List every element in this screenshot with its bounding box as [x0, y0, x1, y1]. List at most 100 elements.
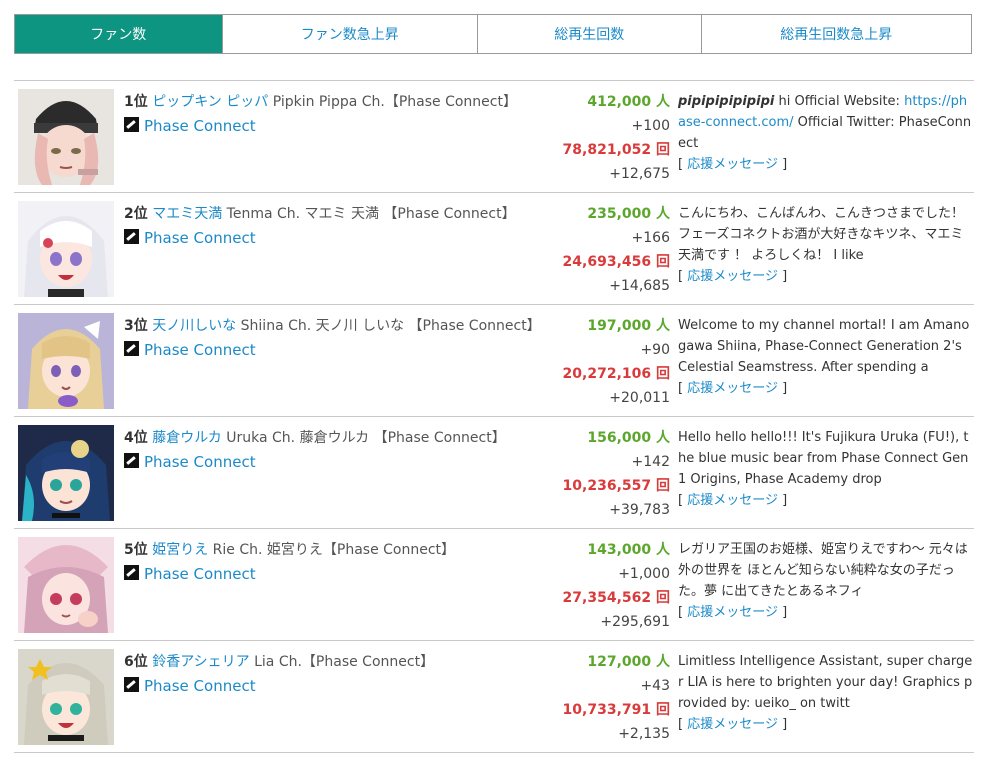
description-text: Hello hello hello!!! It's Fujikura Uruka…: [678, 430, 969, 487]
ranking-tabs: ファン数 ファン数急上昇 総再生回数 総再生回数急上昇: [14, 14, 972, 54]
avatar[interactable]: [18, 425, 114, 521]
stats: 412,000 人 +100 78,821,052 回 +12,675: [540, 90, 670, 186]
avatar[interactable]: [18, 537, 114, 633]
ranking-row: 6位 鈴香アシェリア Lia Ch.【Phase Connect】 Phase …: [14, 641, 974, 753]
vtuber-info: 2位 マエミ天満 Tenma Ch. マエミ 天満 【Phase Connect…: [124, 202, 552, 251]
support-message-link[interactable]: 応援メッセージ: [687, 157, 778, 172]
support-message-link[interactable]: 応援メッセージ: [687, 381, 778, 396]
stats: 143,000 人 +1,000 27,354,562 回 +295,691: [540, 538, 670, 634]
vtuber-name-link[interactable]: 藤倉ウルカ: [152, 430, 222, 446]
channel-description: Hello hello hello!!! It's Fujikura Uruka…: [678, 427, 974, 511]
channel-name: Rie Ch. 姫宮りえ【Phase Connect】: [212, 542, 456, 558]
channel-description: Limitless Intelligence Assistant, super …: [678, 651, 974, 735]
avatar[interactable]: [18, 201, 114, 297]
ranking-row: 1位 ピップキン ピッパ Pipkin Pippa Ch.【Phase Conn…: [14, 81, 974, 193]
support-message: [ 応援メッセージ ]: [678, 381, 788, 396]
description-text: レガリア王国のお姫様、姫宮りえですわ〜 元々は外の世界を ほとんど知らない純粋な…: [678, 542, 968, 599]
avatar[interactable]: [18, 313, 114, 409]
support-message: [ 応援メッセージ ]: [678, 605, 788, 620]
fan-count: 127,000 人: [587, 654, 670, 670]
agency-link[interactable]: Phase Connect: [144, 229, 256, 247]
fan-count-delta: +43: [640, 678, 670, 694]
agency-logo-icon: [124, 229, 139, 244]
vtuber-name-link[interactable]: 鈴香アシェリア: [152, 654, 249, 670]
avatar[interactable]: [18, 89, 114, 185]
play-count: 27,354,562 回: [562, 590, 670, 606]
channel-name: Pipkin Pippa Ch.【Phase Connect】: [272, 94, 517, 110]
fan-count-delta: +142: [631, 454, 670, 470]
channel-name: Tenma Ch. マエミ 天満 【Phase Connect】: [226, 206, 516, 222]
fan-count-delta: +100: [631, 118, 670, 134]
support-message-link[interactable]: 応援メッセージ: [687, 605, 778, 620]
play-count: 10,236,557 回: [562, 478, 670, 494]
support-message: [ 応援メッセージ ]: [678, 269, 788, 284]
rank-label: 5位: [124, 542, 148, 558]
vtuber-info: 1位 ピップキン ピッパ Pipkin Pippa Ch.【Phase Conn…: [124, 90, 552, 139]
fan-count: 143,000 人: [587, 542, 670, 558]
description-part: hi Official Website:: [774, 94, 905, 109]
stats: 235,000 人 +166 24,693,456 回 +14,685: [540, 202, 670, 298]
description-bold: pipipipipipipi: [678, 94, 775, 109]
tab-total-plays[interactable]: 総再生回数: [477, 15, 701, 53]
agency-logo-icon: [124, 677, 139, 692]
tab-total-plays-rising[interactable]: 総再生回数急上昇: [700, 15, 971, 53]
agency-link[interactable]: Phase Connect: [144, 117, 256, 135]
description-text: こんにちわ、こんばんわ、こんきつさまでした！フェーズコネクトお酒が大好きなキツネ…: [678, 206, 965, 263]
avatar[interactable]: [18, 649, 114, 745]
stats: 197,000 人 +90 20,272,106 回 +20,011: [540, 314, 670, 410]
support-message: [ 応援メッセージ ]: [678, 493, 788, 508]
play-count: 78,821,052 回: [562, 142, 670, 158]
rank-label: 1位: [124, 94, 148, 110]
description-text: pipipipipipipi hi Official Website: http…: [678, 91, 974, 154]
agency-logo-icon: [124, 565, 139, 580]
rank-label: 6位: [124, 654, 148, 670]
agency-logo-icon: [124, 117, 139, 132]
fan-count-delta: +1,000: [618, 566, 670, 582]
tab-fans[interactable]: ファン数: [15, 15, 222, 53]
vtuber-info: 3位 天ノ川しいな Shiina Ch. 天ノ川 しいな 【Phase Conn…: [124, 314, 552, 363]
vtuber-info: 5位 姫宮りえ Rie Ch. 姫宮りえ【Phase Connect】 Phas…: [124, 538, 552, 587]
support-message-link[interactable]: 応援メッセージ: [687, 493, 778, 508]
ranking-row: 5位 姫宮りえ Rie Ch. 姫宮りえ【Phase Connect】 Phas…: [14, 529, 974, 641]
vtuber-info: 4位 藤倉ウルカ Uruka Ch. 藤倉ウルカ 【Phase Connect】…: [124, 426, 552, 475]
play-count-delta: +2,135: [618, 726, 670, 742]
vtuber-info: 6位 鈴香アシェリア Lia Ch.【Phase Connect】 Phase …: [124, 650, 552, 699]
play-count-delta: +12,675: [609, 166, 670, 182]
vtuber-name-link[interactable]: 姫宮りえ: [152, 542, 208, 558]
play-count-delta: +20,011: [609, 390, 670, 406]
rank-label: 4位: [124, 430, 148, 446]
agency-link[interactable]: Phase Connect: [144, 565, 256, 583]
fan-count-delta: +90: [640, 342, 670, 358]
description-text: Limitless Intelligence Assistant, super …: [678, 654, 973, 711]
agency-link[interactable]: Phase Connect: [144, 341, 256, 359]
play-count: 24,693,456 回: [562, 254, 670, 270]
support-message-link[interactable]: 応援メッセージ: [687, 269, 778, 284]
ranking-row: 4位 藤倉ウルカ Uruka Ch. 藤倉ウルカ 【Phase Connect】…: [14, 417, 974, 529]
support-message-link[interactable]: 応援メッセージ: [687, 717, 778, 732]
channel-description: レガリア王国のお姫様、姫宮りえですわ〜 元々は外の世界を ほとんど知らない純粋な…: [678, 539, 974, 623]
tab-fans-rising[interactable]: ファン数急上昇: [221, 15, 477, 53]
stats: 156,000 人 +142 10,236,557 回 +39,783: [540, 426, 670, 522]
play-count-delta: +295,691: [600, 614, 670, 630]
play-count: 10,733,791 回: [562, 702, 670, 718]
vtuber-name-link[interactable]: ピップキン ピッパ: [152, 94, 268, 110]
stats: 127,000 人 +43 10,733,791 回 +2,135: [540, 650, 670, 746]
rank-label: 3位: [124, 318, 148, 334]
support-message: [ 応援メッセージ ]: [678, 157, 788, 172]
ranking-row: 3位 天ノ川しいな Shiina Ch. 天ノ川 しいな 【Phase Conn…: [14, 305, 974, 417]
channel-description: こんにちわ、こんばんわ、こんきつさまでした！フェーズコネクトお酒が大好きなキツネ…: [678, 203, 974, 287]
agency-logo-icon: [124, 341, 139, 356]
play-count: 20,272,106 回: [562, 366, 670, 382]
agency-link[interactable]: Phase Connect: [144, 677, 256, 695]
channel-description: pipipipipipipi hi Official Website: http…: [678, 91, 974, 175]
support-message: [ 応援メッセージ ]: [678, 717, 788, 732]
vtuber-name-link[interactable]: 天ノ川しいな: [152, 318, 236, 334]
agency-link[interactable]: Phase Connect: [144, 453, 256, 471]
vtuber-name-link[interactable]: マエミ天満: [152, 206, 222, 222]
fan-count: 235,000 人: [587, 206, 670, 222]
description-text: Welcome to my channel mortal! I am Amano…: [678, 318, 970, 375]
fan-count: 156,000 人: [587, 430, 670, 446]
fan-count-delta: +166: [631, 230, 670, 246]
rank-label: 2位: [124, 206, 148, 222]
channel-description: Welcome to my channel mortal! I am Amano…: [678, 315, 974, 399]
